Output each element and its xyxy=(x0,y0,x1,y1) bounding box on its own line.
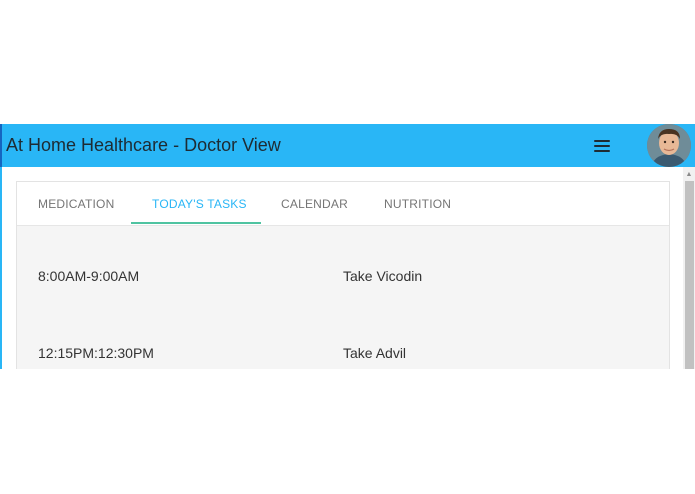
task-description: Take Advil xyxy=(343,345,407,361)
task-time: 8:00AM-9:00AM xyxy=(38,268,140,284)
scroll-up-arrow-icon[interactable]: ▲ xyxy=(683,169,695,179)
user-avatar-icon xyxy=(647,124,691,167)
menu-button[interactable] xyxy=(589,135,615,157)
tab-nutrition[interactable]: NUTRITION xyxy=(384,182,451,225)
tab-medication[interactable]: MEDICATION xyxy=(38,182,114,225)
tab-calendar[interactable]: CALENDAR xyxy=(281,182,348,225)
task-time: 12:15PM:12:30PM xyxy=(38,345,154,361)
hamburger-menu-icon xyxy=(594,139,610,153)
scroll-thumb[interactable] xyxy=(685,181,694,369)
content-area: MEDICATION TODAY'S TASKS CALENDAR NUTRIT… xyxy=(0,167,683,369)
avatar[interactable] xyxy=(647,124,691,167)
app-title: At Home Healthcare - Doctor View xyxy=(6,135,281,155)
app-header: At Home Healthcare - Doctor View xyxy=(0,124,695,167)
vertical-scrollbar[interactable]: ▲ xyxy=(683,167,695,369)
tab-bar: MEDICATION TODAY'S TASKS CALENDAR NUTRIT… xyxy=(17,182,669,226)
tab-todays-tasks[interactable]: TODAY'S TASKS xyxy=(152,182,247,225)
app-window: At Home Healthcare - Doctor View MEDICAT… xyxy=(0,124,695,369)
task-description: Take Vicodin xyxy=(343,268,423,284)
active-tab-indicator xyxy=(131,222,261,224)
tasks-card: MEDICATION TODAY'S TASKS CALENDAR NUTRIT… xyxy=(16,181,670,369)
